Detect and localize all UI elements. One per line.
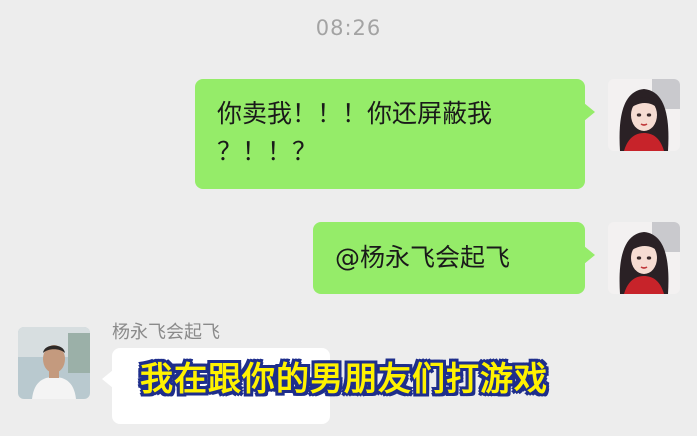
message-text-line: 你卖我！！！你还屏蔽我: [217, 99, 493, 128]
sender-name: 杨永飞会起飞: [112, 322, 220, 343]
self-avatar[interactable]: [608, 222, 680, 294]
anime-girl-avatar-icon: [608, 79, 680, 151]
sent-message-bubble[interactable]: @杨永飞会起飞: [313, 222, 595, 294]
self-avatar[interactable]: [608, 79, 680, 151]
message-timestamp: 08:26: [315, 16, 382, 40]
anime-girl-avatar-icon: [608, 222, 680, 294]
message-text-line: ？！！？: [217, 137, 318, 166]
man-photo-avatar-icon: [18, 327, 90, 399]
video-subtitle-caption: 我在跟你的男朋友们打游戏: [140, 359, 548, 398]
sent-message-bubble[interactable]: 你卖我！！！你还屏蔽我 ？！！？: [195, 79, 595, 189]
sender-avatar[interactable]: [18, 327, 90, 399]
message-text: @杨永飞会起飞: [335, 243, 511, 272]
